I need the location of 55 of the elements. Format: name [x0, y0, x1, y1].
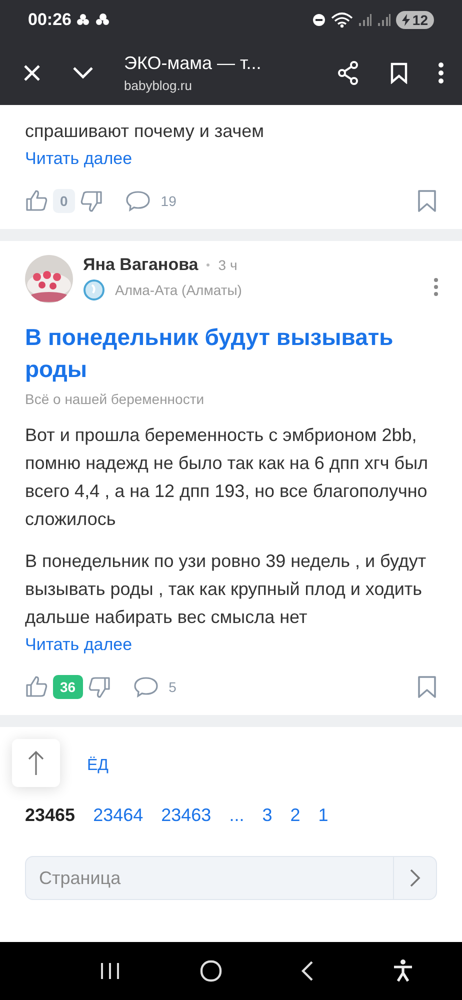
- separator-dot: [206, 263, 210, 267]
- battery-level: 12: [412, 12, 428, 28]
- next-link[interactable]: ЁД: [87, 757, 109, 774]
- post-text: спрашивают почему и зачем: [25, 120, 266, 143]
- lightning-icon: [402, 14, 410, 26]
- thumbs-up-icon[interactable]: [25, 189, 49, 213]
- page-link[interactable]: 3: [262, 805, 272, 826]
- likes-count: 0: [53, 189, 75, 213]
- bookmark-icon[interactable]: [417, 189, 437, 213]
- comment-icon[interactable]: [132, 675, 159, 699]
- globe-icon: [83, 279, 105, 301]
- share-icon: [336, 60, 360, 84]
- page-link[interactable]: 2: [290, 805, 300, 826]
- bookmark-icon: [390, 62, 408, 84]
- page-title: ЭКО-мама — т...: [124, 52, 262, 74]
- author-name[interactable]: Яна Ваганова: [83, 255, 198, 275]
- comments-count: 19: [160, 193, 176, 209]
- page-url: babyblog.ru: [124, 78, 193, 92]
- read-more-link[interactable]: Читать далее: [25, 635, 132, 655]
- page-link[interactable]: 23464: [93, 805, 144, 826]
- chevron-down-icon: [72, 66, 94, 80]
- post-title[interactable]: В понедельник будут вызывать роды: [25, 321, 437, 385]
- thumbs-down-icon[interactable]: [86, 675, 111, 699]
- more-icon: [438, 62, 444, 84]
- page-link[interactable]: 1: [318, 805, 328, 826]
- post-text: В понедельник по узи ровно 39 недель , и будут вызывать роды , так как крупный плод и ходить дальше набирать вес смысла нет: [25, 550, 428, 629]
- go-button[interactable]: [393, 856, 437, 900]
- arrow-up-icon: [28, 750, 44, 776]
- thumbs-up-icon[interactable]: [25, 675, 49, 699]
- post-time: 3 ч: [218, 257, 238, 273]
- post-category[interactable]: Всё о нашей беременности: [25, 391, 437, 407]
- page-link[interactable]: 23463: [161, 805, 212, 826]
- do-not-disturb-icon: [312, 13, 326, 27]
- close-icon: [22, 62, 42, 82]
- author-location: Алма-Ата (Алматы): [115, 282, 242, 298]
- post-text: Вот и прошла беременность с эмбрионом 2bb, помню надежд не было так как на 6 дпп хгч был всего 4,4 , а на 12 дпп 193, но все благополучно сложилось: [25, 424, 430, 531]
- comment-icon[interactable]: [124, 189, 151, 213]
- thumbs-down-icon[interactable]: [78, 189, 103, 213]
- home-icon[interactable]: [198, 959, 223, 983]
- accessibility-icon[interactable]: [392, 959, 414, 983]
- chevron-right-icon: [409, 868, 421, 888]
- back-icon[interactable]: [299, 960, 316, 982]
- page-link[interactable]: ...: [229, 805, 244, 826]
- likes-count: 36: [53, 675, 83, 699]
- read-more-link[interactable]: Читать далее: [25, 149, 132, 169]
- comments-count: 5: [168, 679, 176, 695]
- page-input-field[interactable]: Страница: [25, 856, 393, 900]
- status-time: 00:26: [28, 10, 72, 30]
- signal-icon: [377, 13, 392, 27]
- page-link[interactable]: 23465: [25, 805, 76, 826]
- signal-icon: [358, 13, 372, 27]
- wifi-icon: [331, 12, 354, 28]
- bookmark-icon[interactable]: [417, 675, 437, 699]
- scroll-to-top-button[interactable]: [12, 739, 60, 787]
- more-options-icon[interactable]: [433, 277, 439, 297]
